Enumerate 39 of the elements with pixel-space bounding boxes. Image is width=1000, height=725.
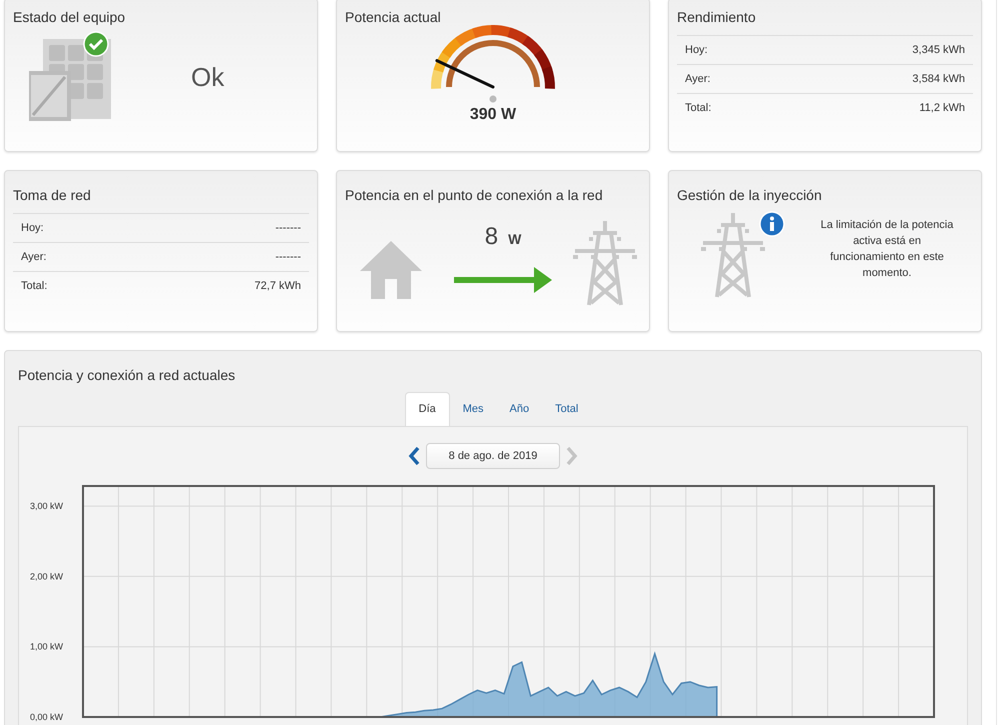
power-value: 8 xyxy=(484,222,498,252)
check-icon xyxy=(83,31,109,57)
row-label: Total: xyxy=(21,279,48,294)
row-label: Ayer: xyxy=(21,250,46,265)
row-value: 3,584 kWh xyxy=(912,72,965,87)
house-icon xyxy=(359,239,423,299)
row-value: 72,7 kWh xyxy=(254,279,301,294)
y-axis-label: 1,00 kW xyxy=(30,642,63,652)
row-value: 11,2 kWh xyxy=(919,101,965,116)
power-value: 390 W xyxy=(470,105,516,125)
y-axis-label: 0,00 kW xyxy=(30,712,63,722)
panel-title: Potencia y conexión a red actuales xyxy=(18,366,236,385)
arrow-icon xyxy=(454,267,552,293)
card-title: Gestión de la inyección xyxy=(677,186,823,205)
date-field[interactable]: 8 de ago. de 2019 xyxy=(426,443,560,469)
previous-button[interactable] xyxy=(406,444,422,468)
period-tab[interactable]: Total xyxy=(542,392,592,426)
info-icon xyxy=(759,211,785,237)
row-value: ------- xyxy=(275,250,301,265)
status-text: Ok xyxy=(191,60,224,94)
y-axis-label: 3,00 kW xyxy=(30,501,63,512)
card-title: Rendimiento xyxy=(677,8,757,27)
card-title: Potencia actual xyxy=(345,8,442,27)
row-label: Ayer: xyxy=(685,72,710,87)
card-title: Estado del equipo xyxy=(13,8,126,27)
period-tab[interactable]: Año xyxy=(496,392,542,426)
period-tab[interactable]: Día xyxy=(404,392,450,426)
row-value: 3,345 kWh xyxy=(912,42,965,58)
card-title: Potencia en el punto de conexión a la red xyxy=(345,186,604,205)
row-label: Total: xyxy=(685,101,712,116)
y-axis-label: 2,00 kW xyxy=(30,571,63,582)
row-label: Hoy: xyxy=(21,220,44,236)
feed-in-message: La limitación de la potencia activa está en funcionamiento en este momento. xyxy=(820,218,954,281)
row-value: ------- xyxy=(275,220,301,236)
inverter-icon xyxy=(29,37,113,121)
row-label: Hoy: xyxy=(685,42,708,58)
period-tab[interactable]: Mes xyxy=(450,392,497,426)
power-unit: W xyxy=(508,230,522,249)
card-title: Toma de red xyxy=(13,186,92,205)
